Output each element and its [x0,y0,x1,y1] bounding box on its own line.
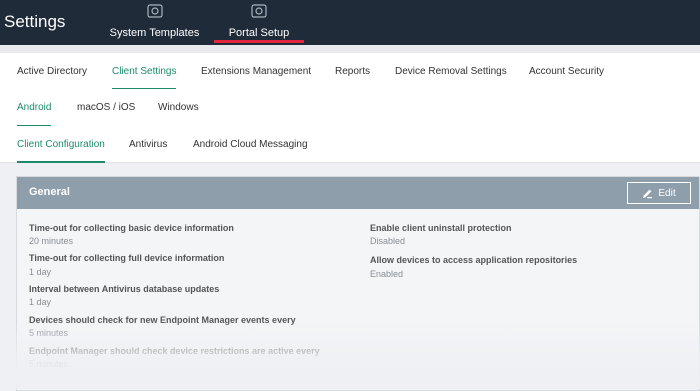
tab-label: Extensions Management [201,65,312,77]
tab-windows[interactable]: Windows [158,89,199,126]
tab-label: Device Removal Settings [395,65,507,77]
tab-label: Portal Setup [228,27,290,39]
tab-label: Client Settings [112,65,177,77]
tab-android[interactable]: Android [17,89,52,127]
field-label: Interval between Antivirus database upda… [29,284,220,294]
tab-system-templates[interactable]: System Templates [103,0,206,45]
tab-label: Reports [335,65,371,77]
tab-label: Antivirus [129,138,168,150]
field-value: Disabled [370,236,406,246]
tab-active-directory[interactable]: Active Directory [17,53,87,89]
tab-macos-ios[interactable]: macOS / iOS [77,89,135,126]
tab-label: System Templates [109,27,200,39]
tab-label: Android Cloud Messaging [193,138,308,150]
field-label: Enable client uninstall protection [370,223,512,233]
tab-android-cloud-messaging[interactable]: Android Cloud Messaging [193,126,308,162]
field-label: Devices should check for new Endpoint Ma… [29,315,296,325]
divider [0,45,700,53]
tab-label: Windows [158,102,199,113]
panel-header: General Edit [17,177,699,209]
field-label: Endpoint Manager should check device res… [29,346,320,356]
tab-label: macOS / iOS [77,102,136,113]
tab-extensions-management[interactable]: Extensions Management [201,53,311,89]
tab-client-configuration[interactable]: Client Configuration [17,126,105,163]
template-icon [146,4,163,18]
portal-icon [251,4,267,18]
tab-account-security[interactable]: Account Security [529,53,604,89]
tab-label: Android [17,102,52,113]
field-value: 5 minutes [29,328,69,338]
tab-label: Client Configuration [17,138,105,150]
field-label: Time-out for collecting basic device inf… [29,223,234,233]
field-value: Enabled [370,269,404,279]
field-label: Time-out for collecting full device info… [29,253,225,263]
tab-label: Account Security [529,65,605,77]
edit-icon [643,189,653,198]
tab-reports[interactable]: Reports [335,53,370,89]
field-value: 20 minutes [29,236,74,246]
os-tab-bar: Android macOS / iOS Windows [0,89,700,127]
tab-device-removal-settings[interactable]: Device Removal Settings [395,53,507,89]
panel-title: General [29,186,70,198]
tab-antivirus[interactable]: Antivirus [129,126,167,162]
general-panel: General Edit Time-out for collecting bas… [16,176,700,391]
main-tab-bar: Active Directory Client Settings Extensi… [0,53,700,90]
active-tab-indicator [214,40,304,43]
field-value: 1 day [29,267,52,277]
field-value: 1 day [29,297,52,307]
top-header: Settings System Templates Portal Setup [0,0,700,45]
tab-portal-setup[interactable]: Portal Setup [214,0,304,45]
tab-client-settings[interactable]: Client Settings [112,53,177,90]
edit-button[interactable]: Edit [627,182,691,204]
page-title: Settings [4,12,66,31]
tab-label: Active Directory [17,65,88,77]
edit-label: Edit [658,187,676,199]
sub-tab-bar: Client Configuration Antivirus Android C… [0,126,700,163]
field-label: Allow devices to access application repo… [370,255,578,265]
field-value: 5 minutes [29,359,69,369]
